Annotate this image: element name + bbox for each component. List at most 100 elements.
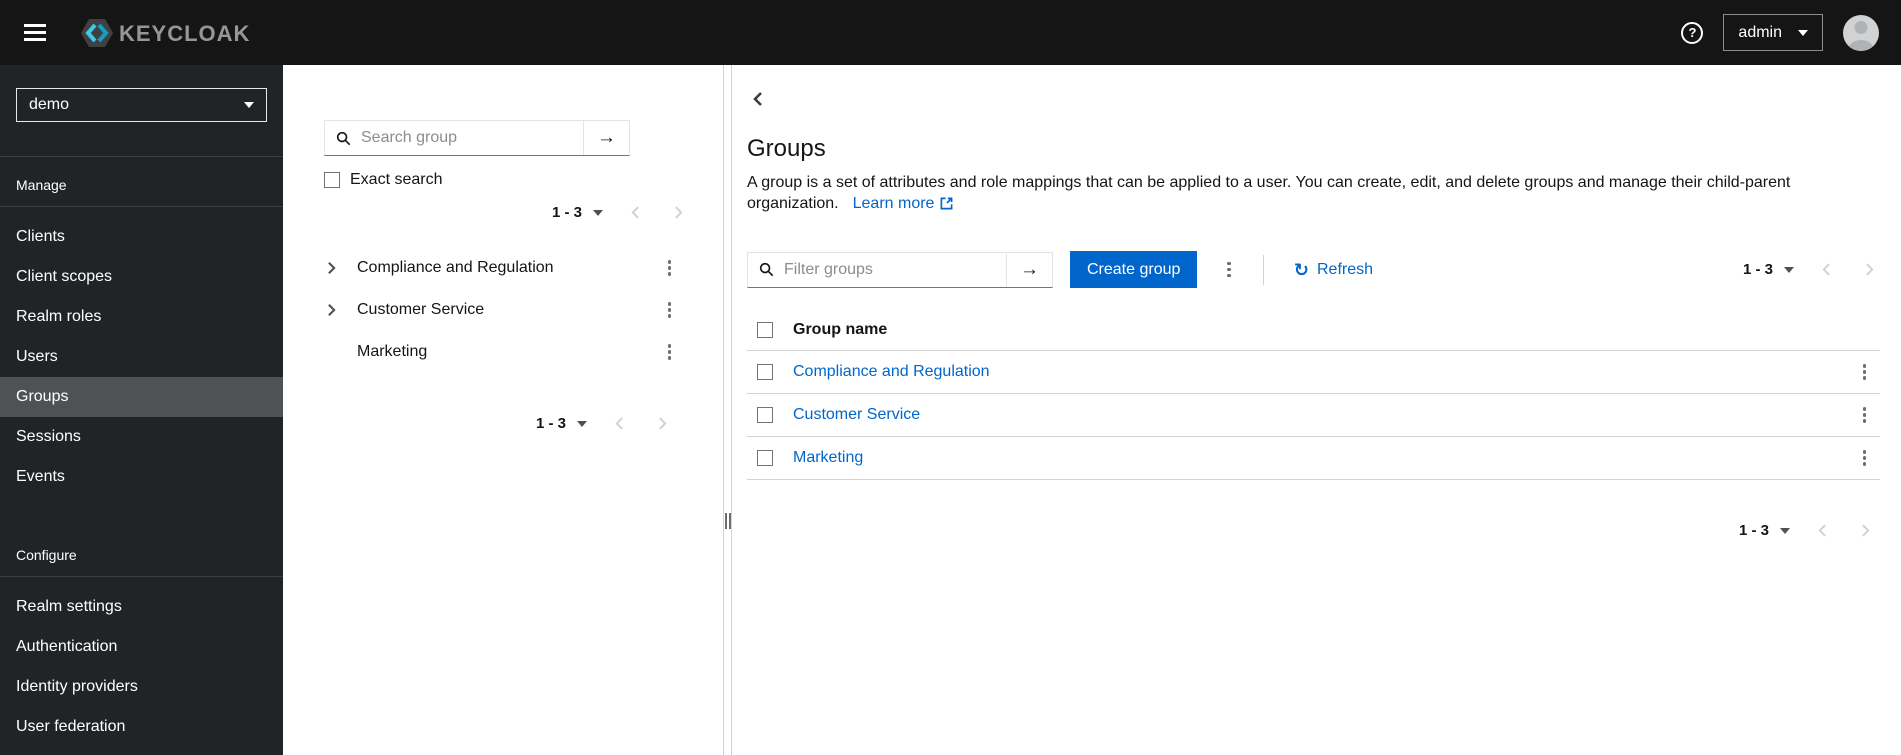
sidebar-item-identity-providers[interactable]: Identity providers [0,667,283,707]
exact-search-checkbox[interactable] [324,172,340,188]
search-submit-button[interactable]: → [583,121,629,155]
exact-search-control: Exact search [324,171,723,189]
avatar[interactable] [1843,14,1879,51]
sidebar-section-configure: Configure [0,527,283,577]
sidebar-item-sessions[interactable]: Sessions [0,417,283,457]
next-page-button[interactable] [1859,262,1880,277]
keycloak-logo-icon: KEYCLOAK [81,18,250,47]
groups-toolbar: → Create group ↻ Refresh 1 - 3 [747,251,1880,288]
group-link[interactable]: Compliance and Regulation [793,363,990,381]
tree-pagination-top: 1 - 3 [283,204,723,221]
external-link-icon [941,197,953,210]
tree-item-label[interactable]: Marketing [357,343,427,361]
sidebar-item-client-scopes[interactable]: Client scopes [0,257,283,297]
exact-search-label: Exact search [350,171,443,188]
next-page-button[interactable] [668,205,689,220]
sidebar-item-users[interactable]: Users [0,337,283,377]
column-header-group-name: Group name [793,321,888,338]
tree-item: Customer Service [283,289,723,331]
sidebar-item-user-federation[interactable]: User federation [0,707,283,747]
filter-submit-button[interactable]: → [1006,252,1052,287]
tree-item-label[interactable]: Compliance and Regulation [357,259,554,277]
select-all-checkbox[interactable] [757,322,773,338]
next-page-button[interactable] [1855,523,1876,538]
toolbar-divider [1262,254,1264,285]
chevron-right-icon [1866,263,1874,276]
row-checkbox[interactable] [757,407,773,423]
expand-chevron-icon[interactable] [327,261,341,275]
nav-toggle-hamburger-icon[interactable] [14,14,56,51]
table-row: Compliance and Regulation [747,351,1880,394]
kebab-menu-button[interactable] [662,256,678,280]
sidebar-item-realm-roles[interactable]: Realm roles [0,297,283,337]
pagination-range-dropdown[interactable]: 1 - 3 [552,204,603,221]
chevron-left-icon [753,92,762,106]
row-checkbox[interactable] [757,364,773,380]
groups-table: Group name Compliance and Regulation Cus… [747,310,1880,480]
next-page-button[interactable] [652,416,673,431]
sidebar-item-clients[interactable]: Clients [0,217,283,257]
previous-page-button[interactable] [609,416,630,431]
sidebar: demo Manage Clients Client scopes Realm … [0,65,283,755]
kebab-menu-button[interactable] [1857,446,1873,470]
filter-groups-input[interactable] [784,252,1006,287]
pagination-range-dropdown[interactable]: 1 - 3 [536,415,587,432]
table-header-row: Group name [747,310,1880,351]
chevron-down-icon [577,420,587,427]
help-glyph: ? [1688,25,1697,40]
previous-page-button[interactable] [625,205,646,220]
pagination-range: 1 - 3 [551,204,582,221]
chevron-down-icon [1798,29,1808,36]
toolbar-kebab-menu-button[interactable] [1221,258,1237,282]
previous-page-button[interactable] [1812,523,1833,538]
tree-item: Marketing [283,331,723,373]
pagination-range: 1 - 3 [1742,261,1773,278]
help-icon[interactable]: ? [1681,21,1704,44]
chevron-left-icon [1818,524,1826,537]
kebab-menu-button[interactable] [1857,403,1873,427]
search-icon [748,253,784,287]
avatar-head [1854,20,1868,34]
row-checkbox[interactable] [757,450,773,466]
kebab-menu-button[interactable] [1857,360,1873,384]
page-title: Groups [747,135,826,162]
previous-page-button[interactable] [1816,262,1837,277]
refresh-button[interactable]: ↻ Refresh [1294,261,1373,279]
collapse-panel-button[interactable] [753,89,775,109]
realm-selector-dropdown[interactable]: demo [16,88,267,122]
chevron-down-icon [593,209,603,216]
table-pagination-bottom: 1 - 3 [747,522,1880,539]
expand-chevron-icon[interactable] [327,303,341,317]
learn-more-link[interactable]: Learn more [853,193,954,214]
group-search-input[interactable] [361,121,583,155]
sidebar-item-events[interactable]: Events [0,457,283,497]
group-link[interactable]: Marketing [793,449,863,467]
create-group-button[interactable]: Create group [1070,251,1198,288]
pagination-range: 1 - 3 [1738,522,1769,539]
panel-resize-handle[interactable] [723,65,732,755]
user-menu-label: admin [1738,23,1782,41]
keycloak-logo: KEYCLOAK [78,16,256,50]
kebab-menu-button[interactable] [662,340,678,364]
sidebar-item-groups[interactable]: Groups [0,377,283,417]
grip-icon [724,513,731,529]
group-link[interactable]: Customer Service [793,406,920,424]
realm-selector-value: demo [29,96,70,113]
tree-item: Compliance and Regulation [283,247,723,289]
pagination-range-dropdown[interactable]: 1 - 3 [1743,261,1794,278]
chevron-right-icon [1862,524,1870,537]
chevron-down-icon [1784,266,1794,273]
pagination-range-dropdown[interactable]: 1 - 3 [1739,522,1790,539]
table-row: Marketing [747,437,1880,480]
user-menu-dropdown[interactable]: admin [1723,14,1823,51]
sidebar-item-authentication[interactable]: Authentication [0,627,283,667]
chevron-left-icon [1822,263,1830,276]
arrow-right-icon: → [597,127,616,148]
learn-more-label: Learn more [852,195,935,212]
tree-item-label[interactable]: Customer Service [357,301,484,319]
brand-text: KEYCLOAK [119,21,250,46]
chevron-left-icon [615,417,623,430]
group-tree: Compliance and Regulation Customer Servi… [283,247,723,373]
sidebar-item-realm-settings[interactable]: Realm settings [0,587,283,627]
kebab-menu-button[interactable] [662,298,678,322]
